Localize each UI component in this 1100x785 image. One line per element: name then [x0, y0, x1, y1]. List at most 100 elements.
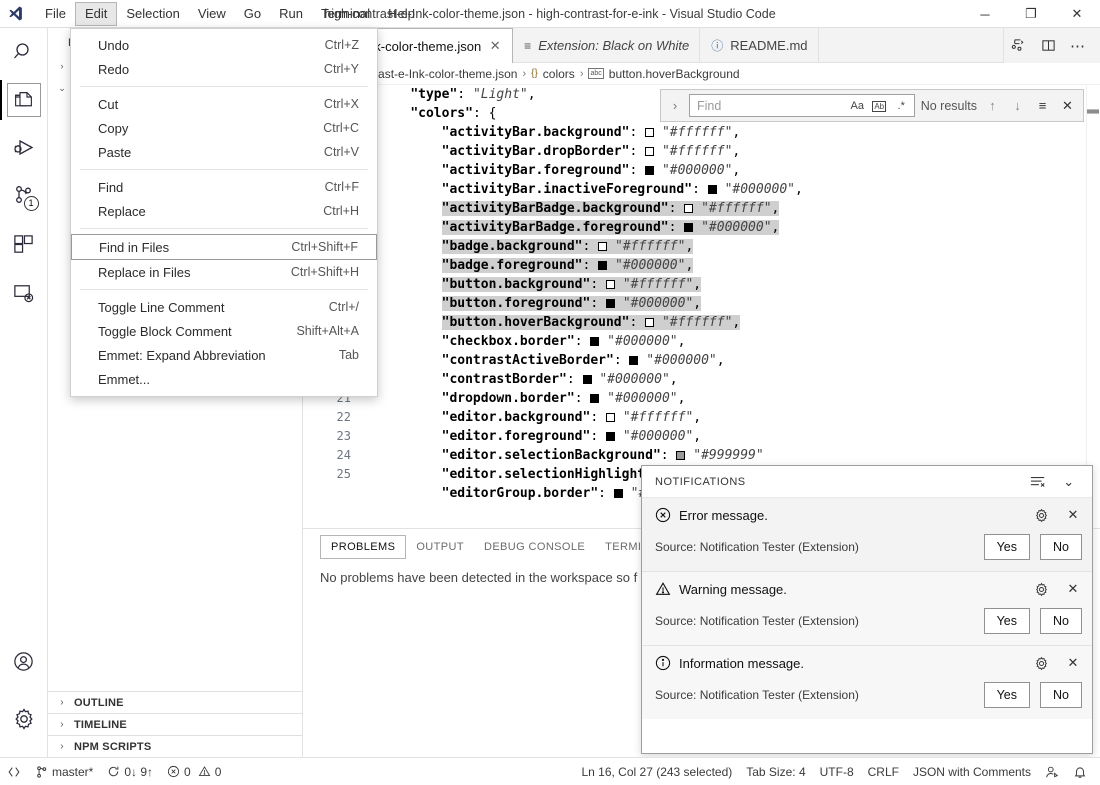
menu-item-toggle-line-comment[interactable]: Toggle Line Comment Ctrl+/: [71, 295, 377, 319]
color-swatch[interactable]: [684, 223, 694, 232]
edit-menu-dropdown[interactable]: Undo Ctrl+Z Redo Ctrl+Y Cut Ctrl+X Copy Ctrl+C P…: [70, 28, 378, 397]
activitybar-extensions-icon[interactable]: [0, 220, 48, 268]
activitybar-explorer-icon[interactable]: [0, 76, 48, 124]
close-icon[interactable]: ✕: [488, 38, 502, 54]
minimize-button[interactable]: ─: [962, 0, 1008, 28]
menu-go[interactable]: Go: [235, 3, 270, 25]
color-swatch[interactable]: [645, 147, 655, 156]
close-icon[interactable]: ✕: [1064, 655, 1082, 671]
indentation-status[interactable]: Tab Size: 4: [739, 758, 812, 785]
remote-window-indicator[interactable]: [0, 758, 28, 785]
notifications-bell-icon[interactable]: [1066, 758, 1094, 785]
menu-bar[interactable]: File Edit Selection View Go Run Terminal…: [36, 0, 424, 28]
breadcrumb[interactable]: {} high-contrast-e-Ink-color-theme.json …: [303, 63, 1100, 85]
maximize-button[interactable]: ❐: [1008, 0, 1054, 28]
find-input[interactable]: Find: [697, 99, 844, 113]
menu-item-find[interactable]: Find Ctrl+F: [71, 175, 377, 199]
match-case-icon[interactable]: Aa: [849, 100, 866, 112]
breadcrumb-item-colors[interactable]: colors: [543, 67, 575, 81]
menu-help[interactable]: Help: [379, 3, 424, 25]
menu-item-paste[interactable]: Paste Ctrl+V: [71, 140, 377, 164]
menu-file[interactable]: File: [36, 3, 75, 25]
fold-arrow-icon[interactable]: [365, 465, 379, 484]
color-swatch[interactable]: [684, 204, 694, 213]
problems-count[interactable]: 0 0: [160, 758, 228, 785]
activitybar-source-control-icon[interactable]: 1: [0, 172, 48, 220]
menu-item-undo[interactable]: Undo Ctrl+Z: [71, 33, 377, 57]
sidebar-section-npm-scripts[interactable]: › NPM SCRIPTS: [48, 735, 303, 757]
code-line[interactable]: "editor.selectionBackground": "#999999": [379, 446, 1100, 465]
sidebar-section-timeline[interactable]: › TIMELINE: [48, 713, 303, 735]
code-line[interactable]: "button.background": "#ffffff",: [379, 275, 1100, 294]
menu-item-emmet[interactable]: Emmet...: [71, 367, 377, 391]
close-icon[interactable]: ✕: [1064, 581, 1082, 597]
color-swatch[interactable]: [676, 451, 686, 460]
menu-edit[interactable]: Edit: [74, 1, 118, 26]
editor-scrollbar[interactable]: [1086, 85, 1100, 528]
color-swatch[interactable]: [606, 299, 615, 308]
code-line[interactable]: "button.foreground": "#000000",: [379, 294, 1100, 313]
activitybar-run-and-debug-icon[interactable]: [0, 124, 48, 172]
split-editor-right-icon[interactable]: [1034, 32, 1062, 60]
notification-yes-button[interactable]: Yes: [983, 608, 1031, 634]
menu-item-replace-in-files[interactable]: Replace in Files Ctrl+Shift+H: [71, 260, 377, 284]
find-input-wrapper[interactable]: Find Aa Ab .*: [689, 94, 915, 117]
color-swatch[interactable]: [606, 432, 615, 441]
color-swatch[interactable]: [645, 318, 655, 327]
code-line[interactable]: "activityBarBadge.foreground": "#000000"…: [379, 218, 1100, 237]
code-line[interactable]: "activityBarBadge.background": "#ffffff"…: [379, 199, 1100, 218]
menu-item-redo[interactable]: Redo Ctrl+Y: [71, 57, 377, 81]
menu-terminal[interactable]: Terminal: [312, 3, 379, 25]
menu-item-cut[interactable]: Cut Ctrl+X: [71, 92, 377, 116]
code-line[interactable]: "button.hoverBackground": "#ffffff",: [379, 313, 1100, 332]
color-swatch[interactable]: [707, 185, 717, 194]
color-swatch[interactable]: [598, 261, 608, 270]
code-line[interactable]: "dropdown.border": "#000000",: [379, 389, 1100, 408]
window-controls[interactable]: ─ ❐ ✕: [962, 0, 1100, 28]
menu-item-find-in-files[interactable]: Find in Files Ctrl+Shift+F: [71, 234, 377, 260]
live-share-icon[interactable]: [1038, 758, 1066, 785]
notification-yes-button[interactable]: Yes: [983, 534, 1031, 560]
color-swatch[interactable]: [606, 413, 615, 422]
color-swatch[interactable]: [645, 166, 655, 175]
color-swatch[interactable]: [598, 242, 608, 251]
hide-notifications-chevron-down-icon[interactable]: ⌄: [1056, 474, 1082, 490]
close-button[interactable]: ✕: [1054, 0, 1100, 28]
activitybar-search-icon[interactable]: [0, 28, 48, 76]
notification-yes-button[interactable]: Yes: [983, 682, 1031, 708]
code-line[interactable]: "checkbox.border": "#000000",: [379, 332, 1100, 351]
code-line[interactable]: "badge.foreground": "#000000",: [379, 256, 1100, 275]
code-line[interactable]: "editor.foreground": "#000000",: [379, 427, 1100, 446]
activitybar-remote-explorer-icon[interactable]: [0, 268, 48, 316]
close-find-button[interactable]: ✕: [1058, 98, 1077, 114]
color-swatch[interactable]: [590, 337, 600, 346]
code-line[interactable]: "editor.background": "#ffffff",: [379, 408, 1100, 427]
tab-debug-console[interactable]: DEBUG CONSOLE: [474, 536, 595, 558]
menu-item-copy[interactable]: Copy Ctrl+C: [71, 116, 377, 140]
scrollbar-thumb[interactable]: [1087, 109, 1099, 114]
breadcrumb-item-property[interactable]: button.hoverBackground: [609, 67, 740, 81]
previous-match-button[interactable]: ↑: [983, 98, 1002, 113]
menu-view[interactable]: View: [189, 3, 235, 25]
gear-icon[interactable]: [1034, 508, 1056, 523]
fold-arrow-icon[interactable]: [365, 427, 379, 446]
close-icon[interactable]: ✕: [1064, 507, 1082, 523]
gear-icon[interactable]: [1034, 656, 1056, 671]
fold-arrow-icon[interactable]: [365, 484, 379, 503]
toggle-replace-chevron-right-icon[interactable]: ›: [667, 98, 683, 113]
activitybar-settings-gear-icon[interactable]: [0, 695, 48, 743]
code-editor[interactable]: 202122232425 →→→→→→ "type": "Light", "co…: [303, 85, 1100, 528]
find-widget[interactable]: › Find Aa Ab .* No results ↑ ↓ ≡ ✕: [660, 89, 1084, 122]
notification-no-button[interactable]: No: [1040, 682, 1082, 708]
source-control-branch[interactable]: master*: [28, 758, 100, 785]
match-whole-word-icon[interactable]: Ab: [871, 100, 888, 112]
more-actions-icon[interactable]: ⋯: [1064, 32, 1092, 60]
color-swatch[interactable]: [590, 394, 600, 403]
activitybar-accounts-icon[interactable]: [0, 637, 48, 685]
fold-arrow-icon[interactable]: [365, 446, 379, 465]
code-line[interactable]: "badge.background": "#ffffff",: [379, 237, 1100, 256]
color-swatch[interactable]: [645, 128, 655, 137]
color-swatch[interactable]: [629, 356, 639, 365]
split-editor-down-icon[interactable]: [1004, 32, 1032, 60]
tab-output[interactable]: OUTPUT: [406, 536, 474, 558]
